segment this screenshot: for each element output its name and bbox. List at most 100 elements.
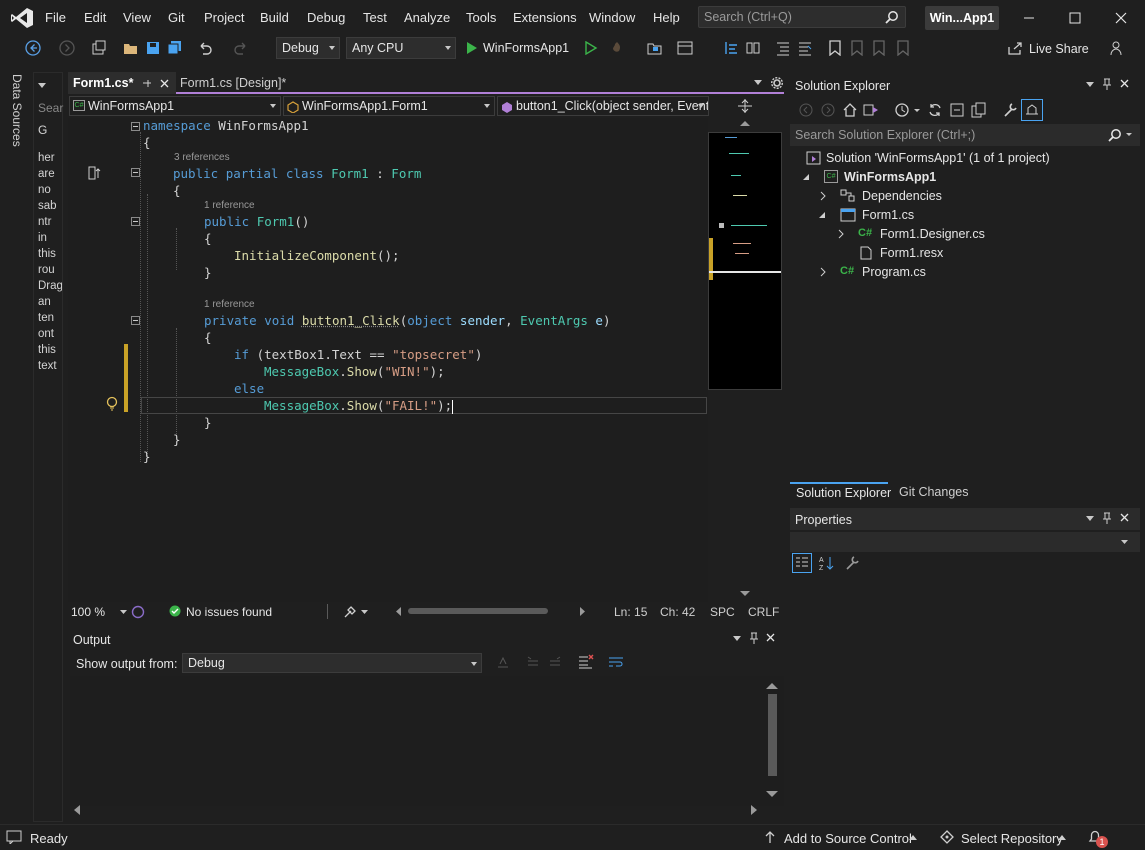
- tab-git-changes[interactable]: Git Changes: [890, 482, 970, 502]
- menu-test[interactable]: Test: [363, 10, 387, 25]
- output-source-select[interactable]: Debug: [182, 653, 482, 673]
- menu-analyze[interactable]: Analyze: [404, 10, 450, 25]
- issues-status[interactable]: No issues found: [186, 605, 272, 619]
- fold-toggle[interactable]: [131, 316, 140, 325]
- menu-window[interactable]: Window: [589, 10, 635, 25]
- start-debugging-button[interactable]: WinFormsApp1: [462, 37, 580, 59]
- member-navigation-dropdown[interactable]: button1_Click(object sender, EventArgs e…: [497, 96, 709, 116]
- output-pin-icon[interactable]: [749, 632, 759, 644]
- tree-form1-resx[interactable]: Form1.resx: [838, 246, 943, 260]
- hscroll-left-icon[interactable]: [396, 607, 402, 616]
- horizontal-scrollbar-thumb[interactable]: [408, 608, 548, 614]
- output-vertical-scrollbar-thumb[interactable]: [768, 694, 777, 776]
- se-forward-icon[interactable]: [821, 103, 835, 117]
- tree-program-cs[interactable]: C# Program.cs: [820, 265, 926, 279]
- tab-form1-cs[interactable]: Form1.cs*: [68, 72, 176, 94]
- se-pin-icon[interactable]: [1102, 78, 1112, 90]
- menu-git[interactable]: Git: [168, 10, 185, 25]
- se-close-icon[interactable]: [1120, 79, 1129, 88]
- output-scroll-down-icon[interactable]: [766, 790, 778, 798]
- output-scroll-right-icon[interactable]: [751, 805, 758, 815]
- scroll-up-arrow-icon[interactable]: [740, 120, 750, 128]
- menu-help[interactable]: Help: [653, 10, 680, 25]
- word-wrap-icon[interactable]: [608, 655, 624, 669]
- step-over-button[interactable]: [744, 38, 762, 58]
- sync-icon[interactable]: [927, 102, 943, 118]
- hscroll-right-icon[interactable]: [580, 607, 586, 616]
- menu-tools[interactable]: Tools: [466, 10, 496, 25]
- data-sources-search[interactable]: Sear: [38, 101, 63, 115]
- fold-toggle[interactable]: [131, 168, 140, 177]
- output-menu-chevron-icon[interactable]: [733, 636, 741, 642]
- tree-dependencies[interactable]: Dependencies: [820, 189, 942, 203]
- alphabetical-sort-icon[interactable]: AZ: [818, 555, 834, 571]
- project-navigation-dropdown[interactable]: C# WinFormsApp1: [69, 96, 281, 116]
- notifications-button[interactable]: 1: [1088, 829, 1112, 848]
- menu-build[interactable]: Build: [260, 10, 289, 25]
- step-into-button[interactable]: [722, 38, 740, 58]
- code-minimap[interactable]: [708, 132, 782, 390]
- properties-object-select[interactable]: [790, 532, 1140, 552]
- menu-edit[interactable]: Edit: [84, 10, 106, 25]
- home-icon[interactable]: [842, 102, 858, 118]
- maximize-button[interactable]: [1052, 0, 1098, 36]
- tree-form1-designer[interactable]: C# Form1.Designer.cs: [838, 227, 985, 241]
- close-window-button[interactable]: [1098, 0, 1144, 36]
- browse-with-button[interactable]: [646, 38, 664, 58]
- prop-menu-chevron-icon[interactable]: [1086, 516, 1094, 522]
- redo-button[interactable]: [232, 38, 250, 58]
- inheritance-margin-icon[interactable]: [88, 166, 102, 180]
- codelens-references[interactable]: 1 reference: [204, 200, 255, 211]
- property-pages-wrench-icon[interactable]: [844, 555, 860, 571]
- cleanup-chevron-icon[interactable]: [361, 610, 368, 615]
- tree-form1-cs[interactable]: Form1.cs: [818, 208, 914, 222]
- copilot-icon[interactable]: [131, 605, 145, 619]
- split-editor-icon[interactable]: [737, 98, 753, 114]
- comment-button[interactable]: [774, 38, 792, 58]
- tree-project[interactable]: C# WinFormsApp1: [803, 170, 936, 184]
- close-tab-icon[interactable]: [160, 79, 169, 88]
- zoom-chevron-icon[interactable]: [120, 610, 127, 615]
- column-number[interactable]: Ch: 42: [660, 605, 695, 619]
- source-control-chevron-icon[interactable]: [909, 835, 917, 840]
- preview-selected-button[interactable]: [1021, 99, 1043, 121]
- collapse-all-icon[interactable]: [949, 102, 965, 118]
- hot-reload-button[interactable]: [608, 38, 626, 58]
- output-scroll-left-icon[interactable]: [74, 805, 81, 815]
- menu-file[interactable]: File: [45, 10, 66, 25]
- feedback-button[interactable]: [1108, 38, 1126, 58]
- tab-solution-explorer[interactable]: Solution Explorer: [790, 482, 891, 502]
- codelens-references[interactable]: 1 reference: [204, 299, 255, 310]
- navigate-forward-button[interactable]: [58, 38, 76, 58]
- search-input[interactable]: Search (Ctrl+Q): [698, 6, 906, 28]
- settings-gear-icon[interactable]: [771, 77, 783, 89]
- fold-toggle[interactable]: [131, 122, 140, 131]
- add-to-source-control-button[interactable]: Add to Source Control: [784, 831, 912, 846]
- save-all-button[interactable]: [166, 38, 184, 58]
- output-text-area[interactable]: [70, 676, 784, 806]
- tree-solution[interactable]: Solution 'WinFormsApp1' (1 of 1 project): [806, 151, 1050, 165]
- panel-menu-chevron-icon[interactable]: [38, 78, 46, 88]
- prop-close-icon[interactable]: [1120, 513, 1129, 522]
- se-menu-chevron-icon[interactable]: [1086, 82, 1094, 88]
- lightbulb-icon[interactable]: [106, 396, 118, 412]
- next-message-icon[interactable]: [548, 655, 562, 669]
- codelens-references[interactable]: 3 references: [174, 152, 230, 163]
- clear-all-icon[interactable]: [578, 654, 594, 669]
- new-item-button[interactable]: [90, 38, 108, 58]
- menu-extensions[interactable]: Extensions: [513, 10, 577, 25]
- output-scroll-up-icon[interactable]: [766, 682, 778, 690]
- switch-views-icon[interactable]: [863, 102, 879, 118]
- navigate-back-button[interactable]: [24, 38, 42, 58]
- line-ending-mode[interactable]: CRLF: [748, 605, 779, 619]
- expanded-arrow-icon[interactable]: [818, 211, 826, 219]
- code-editor[interactable]: namespace WinFormsApp1 { 3 references pu…: [68, 118, 708, 602]
- solution-platform-select[interactable]: Any CPU: [346, 37, 456, 59]
- undo-button[interactable]: [196, 38, 214, 58]
- clear-bookmarks-button[interactable]: [894, 38, 912, 58]
- se-search-options-icon[interactable]: [1126, 133, 1132, 137]
- solution-name-badge[interactable]: Win...App1: [925, 6, 999, 30]
- prop-pin-icon[interactable]: [1102, 512, 1112, 524]
- tab-overflow-chevron-icon[interactable]: [754, 80, 762, 86]
- next-bookmark-button[interactable]: [870, 38, 888, 58]
